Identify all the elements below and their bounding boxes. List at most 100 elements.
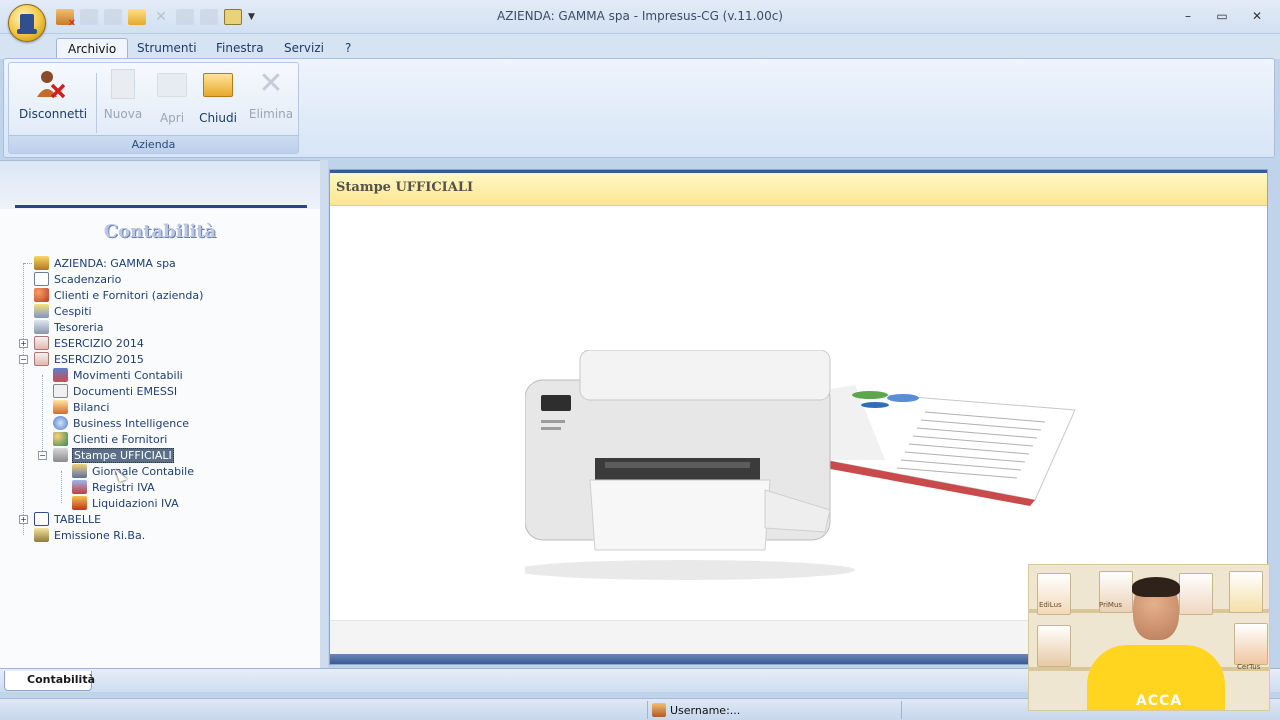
main-header: Stampe UFFICIALI <box>330 170 1267 206</box>
panel-splitter[interactable] <box>320 160 328 668</box>
tree-item-label: AZIENDA: GAMMA spa <box>54 256 176 270</box>
bank-icon <box>34 320 49 334</box>
vat-register-icon <box>72 480 87 494</box>
tree-item-giornale-contabile[interactable]: Giornale Contabile <box>62 463 195 479</box>
company-icon <box>34 256 49 270</box>
balance-icon <box>53 400 68 414</box>
calendar-icon <box>34 272 49 286</box>
tree-item-label: Stampe UFFICIALI <box>72 447 174 463</box>
journal-icon <box>72 464 87 478</box>
status-username: Username:... <box>647 701 902 719</box>
tree-item-tesoreria[interactable]: Tesoreria <box>24 319 104 335</box>
tree-item-registri-iva[interactable]: Registri IVA <box>62 479 156 495</box>
folder-icon <box>202 73 234 103</box>
people-icon <box>34 288 49 302</box>
tree-item-label: Registri IVA <box>92 480 155 494</box>
tree-item-movimenti-contabili[interactable]: Movimenti Contabili <box>43 367 184 383</box>
tree-item-emissione-riba[interactable]: Emissione Ri.Ba. <box>24 527 146 543</box>
book-label: EdiLus <box>1039 601 1062 609</box>
printer-icon <box>53 448 68 462</box>
disconnect-icon <box>34 69 66 99</box>
riba-icon <box>34 528 49 542</box>
user-icon <box>652 703 666 717</box>
presenter-hair <box>1132 577 1180 597</box>
tree-item-label: Tesoreria <box>54 320 104 334</box>
window-title: AZIENDA: GAMMA spa - Impresus-CG (v.11.0… <box>497 9 783 23</box>
tree-item-cespiti[interactable]: Cespiti <box>24 303 93 319</box>
tree-item-clienti-fornitori[interactable]: Clienti e Fornitori <box>43 431 168 447</box>
tree-item-label: Bilanci <box>73 400 110 414</box>
fiscal-year-icon <box>34 352 49 366</box>
delete-icon: ✕ <box>258 66 284 101</box>
vat-settlement-icon <box>72 496 87 510</box>
tree-item-label: Scadenzario <box>54 272 122 286</box>
tree-item-clienti-fornitori-azienda[interactable]: Clienti e Fornitori (azienda) <box>24 287 204 303</box>
tab-strumenti[interactable]: Strumenti <box>126 38 208 60</box>
open-folder-icon <box>156 73 188 103</box>
book-cover <box>1229 571 1263 613</box>
navigation-panel: Contabilità AZIENDA: GAMMA spa Scadenzar… <box>0 160 320 668</box>
shirt-logo: ACCA <box>1135 693 1183 709</box>
tab-archivio[interactable]: Archivio <box>56 38 129 60</box>
title-bar: ✕ ▼ AZIENDA: GAMMA spa - Impresus-CG (v.… <box>0 0 1280 42</box>
tree-item-label: Clienti e Fornitori (azienda) <box>54 288 204 302</box>
ribbon-tabs: Archivio Strumenti Finestra Servizi ? – … <box>0 34 1280 85</box>
entries-icon <box>53 368 68 382</box>
tree-item-label: Business Intelligence <box>73 416 190 430</box>
book-cover <box>1179 573 1213 615</box>
navigation-panel-divider <box>15 205 307 208</box>
tab-help[interactable]: ? <box>334 38 362 60</box>
tree-item-label: Clienti e Fornitori <box>73 432 168 446</box>
table-icon <box>34 512 49 526</box>
tree-item-label: Documenti EMESSI <box>73 384 178 398</box>
tree-item-label: Movimenti Contabili <box>73 368 183 382</box>
tab-finestra[interactable]: Finestra <box>205 38 275 60</box>
navigation-title: Contabilità <box>103 221 217 242</box>
tree-item-esercizio-2015[interactable]: ESERCIZIO 2015 <box>24 351 145 367</box>
close-button[interactable]: ✕ <box>1247 6 1267 26</box>
main-title: Stampe UFFICIALI <box>336 180 474 195</box>
printer-illustration <box>525 350 1076 580</box>
tree-item-label: ESERCIZIO 2015 <box>54 352 144 366</box>
maximize-button[interactable]: ▭ <box>1212 6 1232 26</box>
assets-icon <box>34 304 49 318</box>
book-cover <box>1234 623 1268 665</box>
tree-item-bilanci[interactable]: Bilanci <box>43 399 110 415</box>
tree-item-scadenzario[interactable]: Scadenzario <box>24 271 122 287</box>
book-label: CerTus <box>1237 663 1261 671</box>
tab-servizi[interactable]: Servizi <box>273 38 335 60</box>
tree-item-stampe-ufficiali[interactable]: Stampe UFFICIALI <box>43 447 174 463</box>
book-cover <box>1037 625 1071 667</box>
minimize-button[interactable]: – <box>1178 6 1198 26</box>
people-icon <box>53 432 68 446</box>
tree-item-azienda[interactable]: AZIENDA: GAMMA spa <box>24 255 177 271</box>
username-text: Username:... <box>670 703 741 717</box>
tree-item-esercizio-2014[interactable]: ESERCIZIO 2014 <box>24 335 145 351</box>
ribbon-panel: Disconnetti Nuova Apri Chiudi ✕ Elimina … <box>3 58 1275 158</box>
disconnect-button[interactable]: Disconnetti <box>19 69 88 125</box>
book-label: PriMus <box>1099 601 1123 609</box>
delete-button[interactable]: ✕ Elimina <box>240 69 302 125</box>
tree-item-documenti-emessi[interactable]: Documenti EMESSI <box>43 383 178 399</box>
ribbon-group-label: Azienda <box>9 135 298 153</box>
tree-item-label: ESERCIZIO 2014 <box>54 336 144 350</box>
new-document-icon <box>107 69 139 99</box>
app-logo-icon <box>17 14 37 34</box>
documents-icon <box>53 384 68 398</box>
tree-item-label: Liquidazioni IVA <box>92 496 179 510</box>
tree-item-tabelle[interactable]: TABELLE <box>24 511 102 527</box>
tree-item-liquidazioni-iva[interactable]: Liquidazioni IVA <box>62 495 180 511</box>
tree-item-label: TABELLE <box>54 512 102 526</box>
webcam-overlay: EdiLus PriMus CerTus ACCA <box>1028 564 1270 711</box>
app-menu-button[interactable] <box>8 4 46 42</box>
delete-label: Elimina <box>248 107 294 121</box>
navigation-panel-header <box>0 161 320 209</box>
tree-item-label: Cespiti <box>54 304 92 318</box>
disconnect-label: Disconnetti <box>19 107 88 121</box>
tree-item-label: Giornale Contabile <box>92 464 194 478</box>
tree-item-business-intelligence[interactable]: Business Intelligence <box>43 415 190 431</box>
ribbon-group-azienda: Disconnetti Nuova Apri Chiudi ✕ Elimina … <box>8 62 299 154</box>
fiscal-year-icon <box>34 336 49 350</box>
tab-contabilita[interactable]: Contabilità <box>4 671 95 691</box>
tree-item-label: Emissione Ri.Ba. <box>54 528 146 542</box>
